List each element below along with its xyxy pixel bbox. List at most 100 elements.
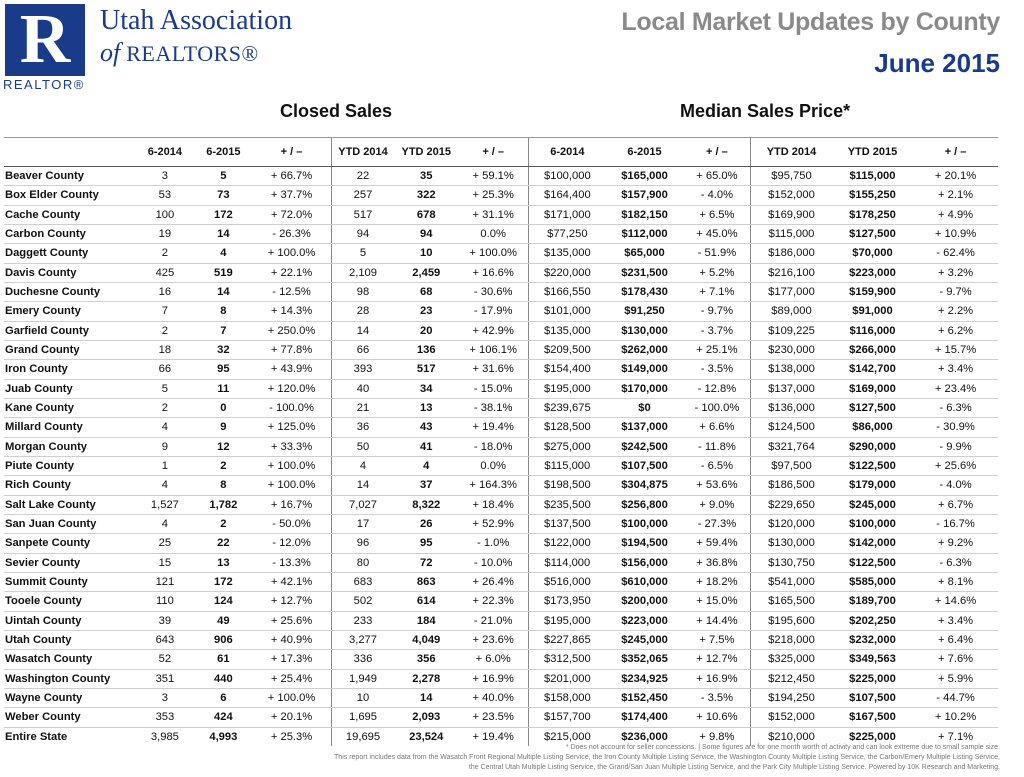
table-cell: + 100.0% xyxy=(252,456,331,477)
table-cell: 32 xyxy=(194,340,253,361)
table-cell: 14 xyxy=(194,224,253,245)
table-cell: + 100.0% xyxy=(252,475,331,496)
table-cell: - 27.3% xyxy=(683,514,751,535)
table-cell: + 25.3% xyxy=(458,185,529,206)
table-cell: $152,000 xyxy=(750,185,832,206)
table-row: Millard County 4 9 + 125.0% 36 43 + 19.4% $128,… xyxy=(4,417,998,438)
table-cell: 2 xyxy=(135,321,195,341)
table-cell: 95 xyxy=(194,359,253,380)
table-cell: $178,250 xyxy=(831,205,914,225)
table-cell: $195,600 xyxy=(750,611,832,631)
table-cell: + 16.7% xyxy=(252,495,331,515)
county-name: Sevier County xyxy=(4,553,136,573)
table-row: Piute County 1 2 + 100.0% 4 4 0.0% $115,000 $107… xyxy=(4,456,998,477)
table-cell: 5 xyxy=(194,166,253,187)
header-county xyxy=(4,137,136,167)
table-cell: - 38.1% xyxy=(458,398,529,419)
table-cell: + 6.4% xyxy=(913,630,998,651)
county-name: San Juan County xyxy=(4,514,136,535)
table-cell: 2 xyxy=(194,456,253,477)
column-header: 6-2015 xyxy=(194,137,253,167)
table-cell: $138,000 xyxy=(750,359,832,380)
table-cell: 17 xyxy=(330,514,395,535)
table-cell: 8 xyxy=(194,475,253,496)
table-row: Salt Lake County 1,527 1,782 + 16.7% 7,027 8,… xyxy=(4,495,998,515)
table-cell: + 31.1% xyxy=(458,205,529,225)
table-cell: $169,900 xyxy=(750,205,832,225)
table-cell: 0 xyxy=(194,398,253,419)
table-cell: + 7.1% xyxy=(683,282,751,303)
table-cell: - 9.9% xyxy=(913,437,998,457)
table-cell: $122,500 xyxy=(831,553,914,573)
table-cell: 6 xyxy=(194,688,253,709)
table-row: Davis County 425 519 + 22.1% 2,109 2,459 + 16.… xyxy=(4,263,998,283)
table-cell: 41 xyxy=(394,437,459,457)
table-cell: + 40.9% xyxy=(252,630,331,651)
table-header-row: 6-2014 6-2015 + / – YTD 2014 YTD 2015 + / –6-… xyxy=(4,137,998,167)
table-row: Grand County 18 32 + 77.8% 66 136 + 106.1% $209… xyxy=(4,340,998,361)
table-cell: $100,000 xyxy=(831,514,914,535)
table-cell: 351 xyxy=(135,669,195,689)
table-cell: 14 xyxy=(194,282,253,303)
column-header: + / – xyxy=(252,137,331,167)
table-cell: 98 xyxy=(330,282,395,303)
table-cell: 10 xyxy=(330,688,395,709)
table-cell: 22 xyxy=(194,533,253,554)
table-cell: $115,000 xyxy=(750,224,832,245)
table-cell: $245,000 xyxy=(605,630,684,651)
table-cell: 28 xyxy=(330,301,395,322)
table-cell: $239,675 xyxy=(528,398,606,419)
table-cell: 424 xyxy=(194,707,253,728)
table-cell: $170,000 xyxy=(605,379,684,399)
table-cell: 25 xyxy=(135,533,195,554)
table-cell: $157,900 xyxy=(605,185,684,206)
table-cell: + 10.9% xyxy=(913,224,998,245)
footnote-line2: This report includes data from the Wasat… xyxy=(334,754,1000,761)
table-row: Carbon County 19 14- 26.3% 94 94 0.0% $77,250 $… xyxy=(4,224,998,245)
table-cell: $202,250 xyxy=(831,611,914,631)
table-cell: 10 xyxy=(394,243,459,264)
table-cell: + 18.2% xyxy=(683,572,751,593)
table-cell: - 51.9% xyxy=(683,243,751,264)
table-cell: - 30.6% xyxy=(458,282,529,303)
table-cell: + 17.3% xyxy=(252,649,331,670)
table-cell: $256,800 xyxy=(605,495,684,515)
table-cell: $128,500 xyxy=(528,417,606,438)
table-cell: - 26.3% xyxy=(252,224,331,245)
table-cell: $225,000 xyxy=(831,669,914,689)
table-cell: $101,000 xyxy=(528,301,606,322)
table-cell: $189,700 xyxy=(831,591,914,612)
table-cell: + 43.9% xyxy=(252,359,331,380)
logo-wordmark: REALTOR® xyxy=(3,77,85,92)
table-cell: 257 xyxy=(330,185,395,206)
county-name: Davis County xyxy=(4,263,136,283)
table-cell: $186,500 xyxy=(750,475,832,496)
table-cell: + 42.9% xyxy=(458,321,529,341)
table-row: Garfield County 2 7 + 250.0% 14 20 + 42.9% $135… xyxy=(4,321,998,341)
table-cell: 2,278 xyxy=(394,669,459,689)
table-cell: 14 xyxy=(330,321,395,341)
table-cell: 614 xyxy=(394,591,459,612)
table-cell: 23 xyxy=(394,301,459,322)
table-cell: $137,500 xyxy=(528,514,606,535)
table-cell: $223,000 xyxy=(831,263,914,283)
table-cell: 11 xyxy=(194,379,253,399)
table-row: Beaver County 3 5 + 66.7% 22 35 + 59.1% $100,00… xyxy=(4,166,998,187)
table-cell: + 250.0% xyxy=(252,321,331,341)
table-cell: 1,949 xyxy=(330,669,395,689)
table-cell: + 6.0% xyxy=(458,649,529,670)
table-cell: 2 xyxy=(194,514,253,535)
table-cell: $130,000 xyxy=(605,321,684,341)
table-row: Wasatch County 52 61 + 17.3% 336 356 + 6.0% $31… xyxy=(4,649,998,670)
table-cell: + 10.6% xyxy=(683,707,751,728)
table-cell: $155,250 xyxy=(831,185,914,206)
table-cell: $0 xyxy=(605,398,684,419)
table-cell: $227,865 xyxy=(528,630,606,651)
table-cell: 19,695 xyxy=(330,726,395,746)
table-cell: 517 xyxy=(394,359,459,380)
table-cell: 23,524 xyxy=(394,726,459,746)
table-cell: 4 xyxy=(394,456,459,477)
table-cell: 2,109 xyxy=(330,263,395,283)
table-cell: $158,000 xyxy=(528,688,606,709)
table-cell: 7 xyxy=(135,301,195,322)
